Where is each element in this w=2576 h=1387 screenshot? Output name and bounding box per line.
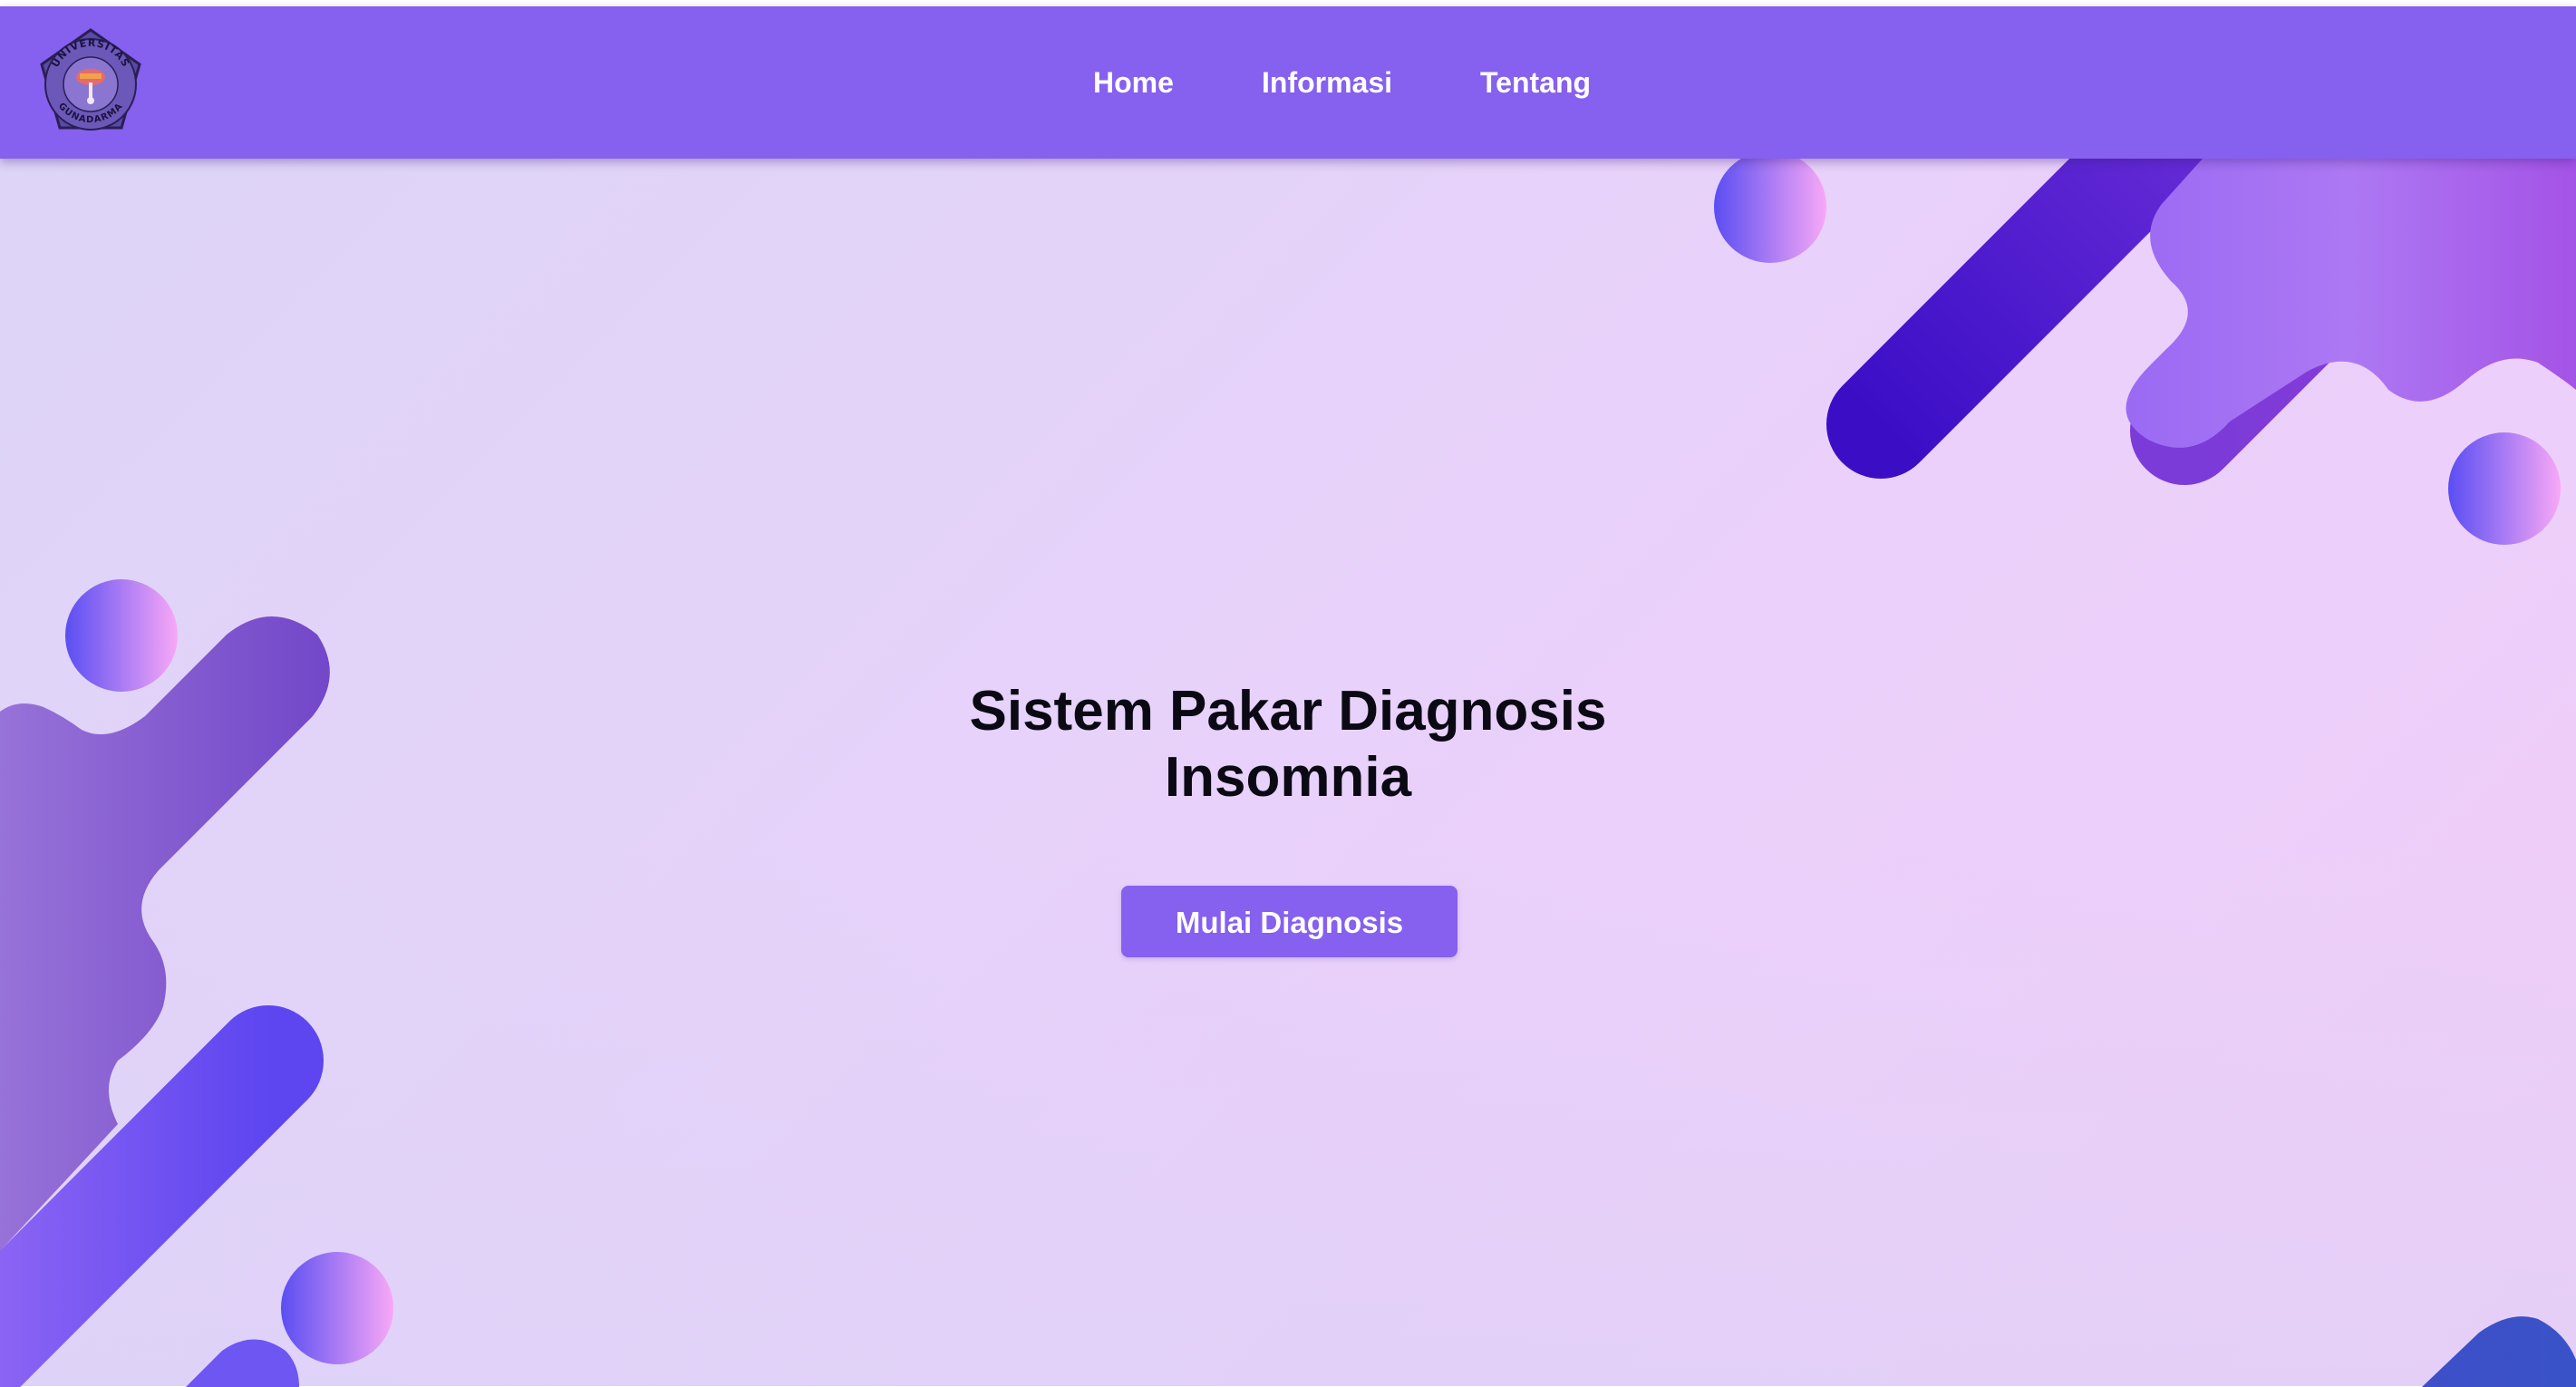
hero-title-line-1: Sistem Pakar Diagnosis: [969, 680, 1607, 742]
decor-ball-1: [1714, 150, 1826, 263]
hero-title: Sistem Pakar Diagnosis Insomnia: [835, 678, 1741, 810]
nav-link-informasi[interactable]: Informasi: [1262, 6, 1392, 159]
decor-ball-2: [2448, 432, 2561, 545]
nav-link-tentang[interactable]: Tentang: [1480, 6, 1591, 159]
decor-blob-top-right: [2126, 159, 2576, 448]
navbar: UNIVERSITAS GUNADARMA Home Informasi Ten…: [0, 6, 2576, 159]
decor-ball-4: [281, 1252, 393, 1364]
decor-corner-bottom-right: [2422, 1316, 2576, 1387]
decor-ball-3: [65, 579, 178, 692]
nav-links: Home Informasi Tentang: [0, 6, 2576, 159]
start-diagnosis-button[interactable]: Mulai Diagnosis: [1121, 886, 1457, 957]
nav-link-home[interactable]: Home: [1093, 6, 1174, 159]
decor-bar-bottom-left: [186, 1339, 299, 1387]
hero-title-line-2: Insomnia: [1164, 746, 1412, 809]
page: UNIVERSITAS GUNADARMA Home Informasi Ten…: [0, 0, 2576, 1387]
